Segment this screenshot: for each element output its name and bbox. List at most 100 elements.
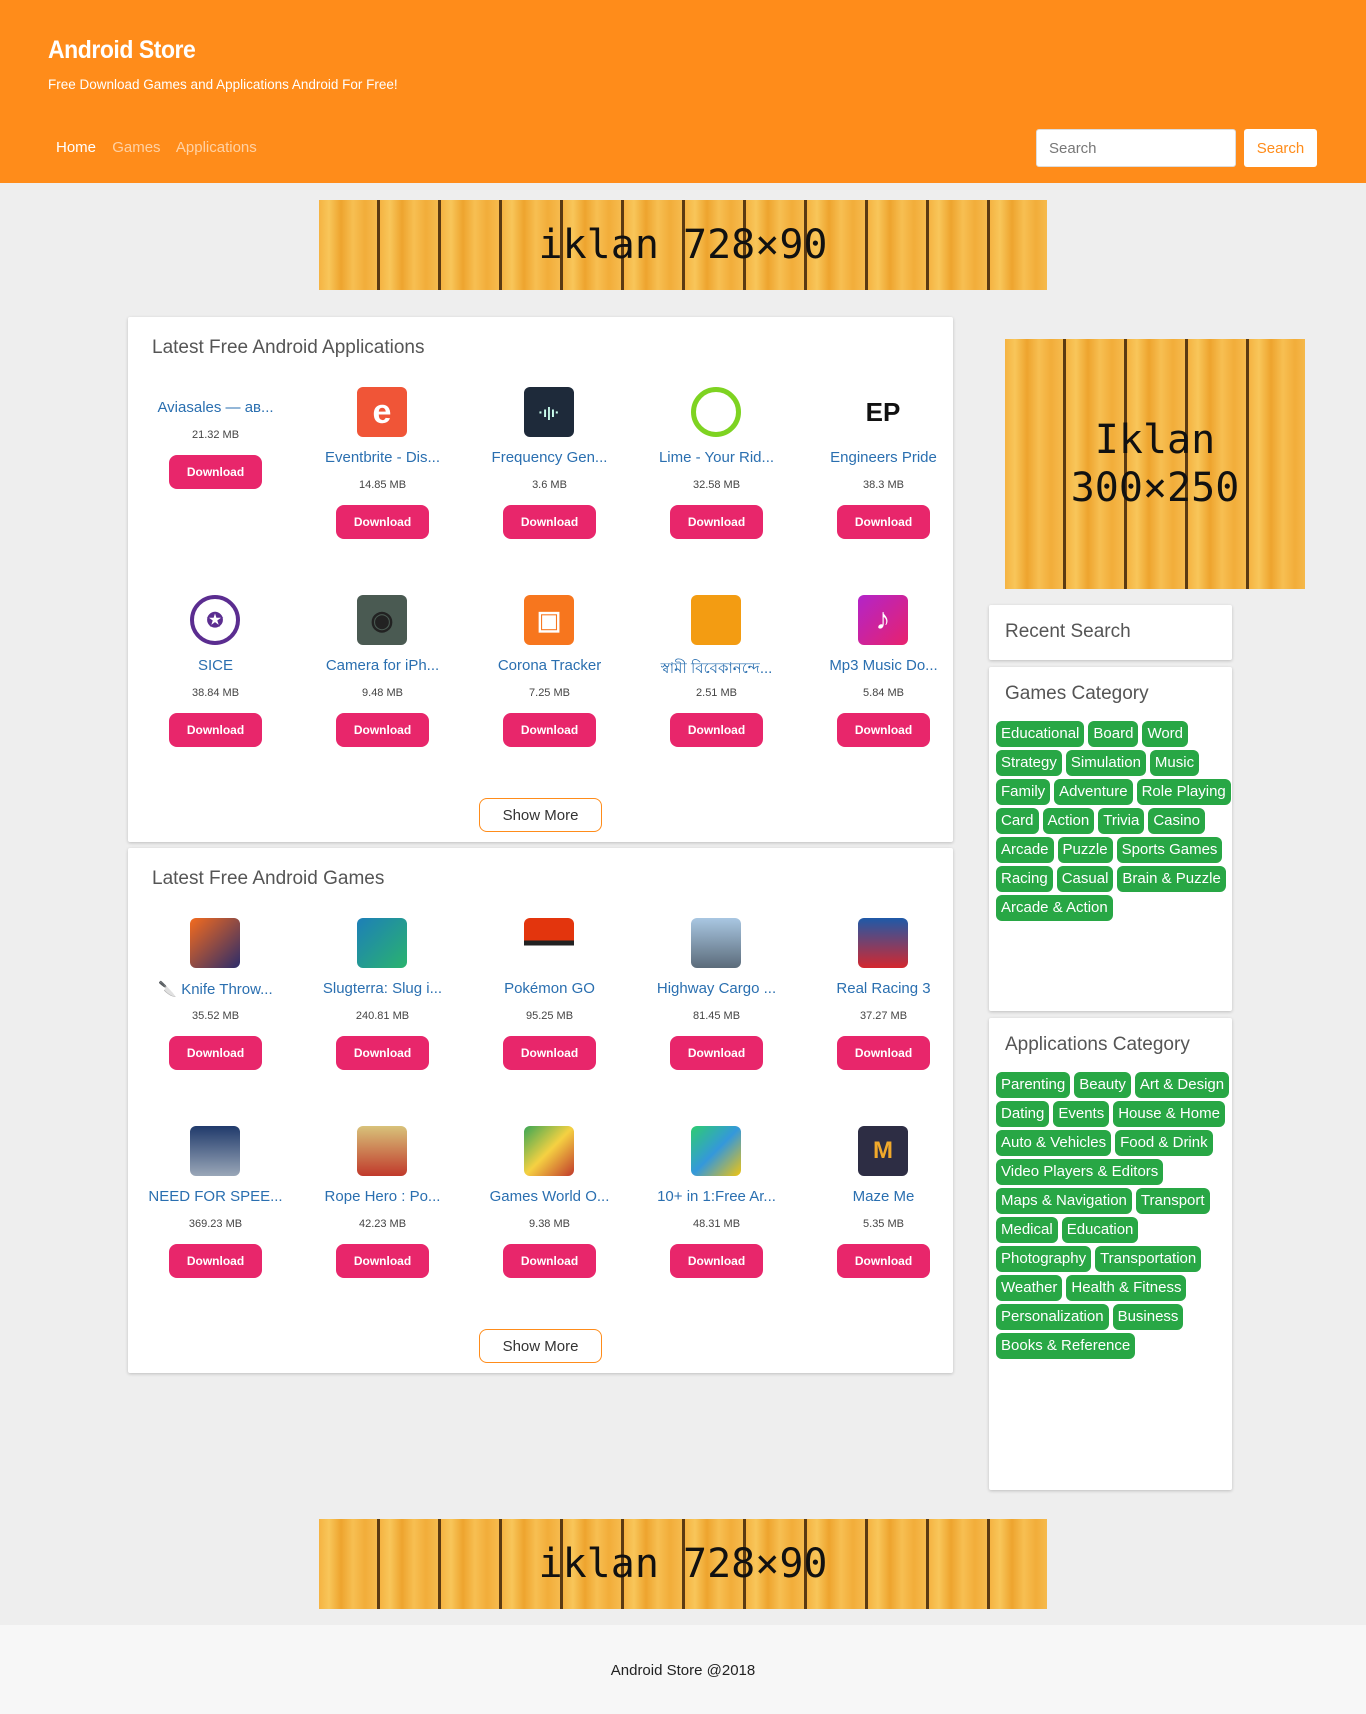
download-button[interactable]: Download <box>503 1244 596 1278</box>
search-button[interactable]: Search <box>1244 129 1317 167</box>
game-name[interactable]: Highway Cargo ... <box>633 980 800 997</box>
knife-icon[interactable] <box>190 918 240 968</box>
download-button[interactable]: Download <box>670 713 763 747</box>
app-tile[interactable]: ·ı|ı· Frequency Gen... 3.6 MB Download <box>466 387 633 577</box>
games-category-tag[interactable]: Card <box>996 808 1039 834</box>
site-brand[interactable]: Android Store <box>48 36 196 65</box>
game-tile[interactable]: Highway Cargo ... 81.45 MB Download <box>633 918 800 1108</box>
nav-applications[interactable]: Applications <box>176 139 257 156</box>
download-button[interactable]: Download <box>670 1036 763 1070</box>
games-category-tag[interactable]: Role Playing <box>1136 779 1231 805</box>
games-category-tag[interactable]: Word <box>1142 721 1189 747</box>
eventbrite-icon[interactable]: e <box>357 387 407 437</box>
ad-banner-top[interactable]: iklan 728×90 <box>319 200 1047 290</box>
games-category-tag[interactable]: Casual <box>1056 866 1114 892</box>
rope-hero-icon[interactable] <box>357 1126 407 1176</box>
games-world-icon[interactable] <box>524 1126 574 1176</box>
apps-category-tag[interactable]: Parenting <box>996 1072 1071 1098</box>
app-tile[interactable]: ♪ Mp3 Music Do... 5.84 MB Download <box>800 595 967 785</box>
game-name[interactable]: Slugterra: Slug i... <box>299 980 466 997</box>
app-tile[interactable]: Aviasales — ав... 21.32 MB Download <box>132 387 299 577</box>
apps-category-tag[interactable]: Education <box>1061 1217 1139 1243</box>
app-tile[interactable]: ◉ Camera for iPh... 9.48 MB Download <box>299 595 466 785</box>
download-button[interactable]: Download <box>503 505 596 539</box>
apps-category-tag[interactable]: Auto & Vehicles <box>996 1130 1112 1156</box>
nav-games[interactable]: Games <box>112 139 160 156</box>
games-category-tag[interactable]: Adventure <box>1054 779 1133 805</box>
ad-banner-bottom[interactable]: iklan 728×90 <box>319 1519 1047 1609</box>
games-category-tag[interactable]: Simulation <box>1065 750 1146 776</box>
app-name[interactable]: Camera for iPh... <box>299 657 466 674</box>
games-category-tag[interactable]: Trivia <box>1098 808 1145 834</box>
app-name[interactable]: Aviasales — ав... <box>132 399 299 416</box>
apps-category-tag[interactable]: Personalization <box>996 1304 1109 1330</box>
search-input[interactable] <box>1036 129 1236 167</box>
apps-category-tag[interactable]: Maps & Navigation <box>996 1188 1132 1214</box>
camera-icon[interactable]: ◉ <box>357 595 407 645</box>
apps-category-tag[interactable]: Events <box>1053 1101 1110 1127</box>
app-name[interactable]: Eventbrite - Dis... <box>299 449 466 466</box>
apps-category-tag[interactable]: Business <box>1112 1304 1184 1330</box>
download-button[interactable]: Download <box>169 1244 262 1278</box>
games-category-tag[interactable]: Board <box>1088 721 1139 747</box>
ep-icon[interactable]: EP <box>858 387 908 437</box>
game-name[interactable]: Maze Me <box>800 1188 967 1205</box>
download-button[interactable]: Download <box>837 505 930 539</box>
download-button[interactable]: Download <box>336 1244 429 1278</box>
apps-category-tag[interactable]: Health & Fitness <box>1066 1275 1187 1301</box>
games-category-tag[interactable]: Arcade <box>996 837 1054 863</box>
ad-banner-side[interactable]: Iklan 300×250 <box>1005 339 1305 589</box>
arcade-icon[interactable] <box>691 1126 741 1176</box>
apps-category-tag[interactable]: Beauty <box>1074 1072 1131 1098</box>
app-tile[interactable]: Lime - Your Rid... 32.58 MB Download <box>633 387 800 577</box>
game-tile[interactable]: Real Racing 3 37.27 MB Download <box>800 918 967 1108</box>
nfs-icon[interactable] <box>190 1126 240 1176</box>
app-name[interactable]: Mp3 Music Do... <box>800 657 967 674</box>
games-category-tag[interactable]: Educational <box>996 721 1085 747</box>
games-category-tag[interactable]: Arcade & Action <box>996 895 1113 921</box>
games-category-tag[interactable]: Casino <box>1148 808 1206 834</box>
apps-category-tag[interactable]: Books & Reference <box>996 1333 1136 1359</box>
racing-icon[interactable] <box>858 918 908 968</box>
game-name[interactable]: NEED FOR SPEE... <box>132 1188 299 1205</box>
games-category-tag[interactable]: Family <box>996 779 1051 805</box>
game-tile[interactable]: NEED FOR SPEE... 369.23 MB Download <box>132 1126 299 1316</box>
music-icon[interactable]: ♪ <box>858 595 908 645</box>
apps-category-tag[interactable]: Medical <box>996 1217 1058 1243</box>
game-tile[interactable]: 10+ in 1:Free Ar... 48.31 MB Download <box>633 1126 800 1316</box>
games-category-tag[interactable]: Sports Games <box>1116 837 1223 863</box>
apps-category-tag[interactable]: Transport <box>1135 1188 1210 1214</box>
download-button[interactable]: Download <box>670 1244 763 1278</box>
police-icon[interactable]: ✪ <box>190 595 240 645</box>
download-button[interactable]: Download <box>336 713 429 747</box>
apps-show-more-button[interactable]: Show More <box>479 798 602 832</box>
lime-icon[interactable] <box>691 387 741 437</box>
apps-category-tag[interactable]: Weather <box>996 1275 1063 1301</box>
app-tile[interactable]: স্বামী বিবেকানন্দে... 2.51 MB Download <box>633 595 800 785</box>
game-name[interactable]: 10+ in 1:Free Ar... <box>633 1188 800 1205</box>
game-tile[interactable]: 🔪 Knife Throw... 35.52 MB Download <box>132 918 299 1108</box>
app-tile[interactable]: e Eventbrite - Dis... 14.85 MB Download <box>299 387 466 577</box>
game-name[interactable]: Rope Hero : Po... <box>299 1188 466 1205</box>
android-icon[interactable]: ▣ <box>524 595 574 645</box>
games-category-tag[interactable]: Puzzle <box>1057 837 1113 863</box>
games-category-tag[interactable]: Music <box>1149 750 1200 776</box>
game-name[interactable]: Real Racing 3 <box>800 980 967 997</box>
app-name[interactable]: Engineers Pride <box>800 449 967 466</box>
download-button[interactable]: Download <box>837 1036 930 1070</box>
games-category-tag[interactable]: Action <box>1042 808 1095 834</box>
app-name[interactable]: স্বামী বিবেকানন্দে... <box>633 657 800 682</box>
game-tile[interactable]: Rope Hero : Po... 42.23 MB Download <box>299 1126 466 1316</box>
game-name[interactable]: 🔪 Knife Throw... <box>132 980 299 998</box>
games-show-more-button[interactable]: Show More <box>479 1329 602 1363</box>
app-name[interactable]: Corona Tracker <box>466 657 633 674</box>
nav-home[interactable]: Home <box>56 139 96 156</box>
games-category-tag[interactable]: Strategy <box>996 750 1062 776</box>
apps-category-tag[interactable]: Art & Design <box>1134 1072 1230 1098</box>
apps-category-tag[interactable]: Food & Drink <box>1115 1130 1213 1156</box>
download-button[interactable]: Download <box>169 455 262 489</box>
slugterra-icon[interactable] <box>357 918 407 968</box>
download-button[interactable]: Download <box>503 713 596 747</box>
download-button[interactable]: Download <box>503 1036 596 1070</box>
app-tile[interactable]: ▣ Corona Tracker 7.25 MB Download <box>466 595 633 785</box>
